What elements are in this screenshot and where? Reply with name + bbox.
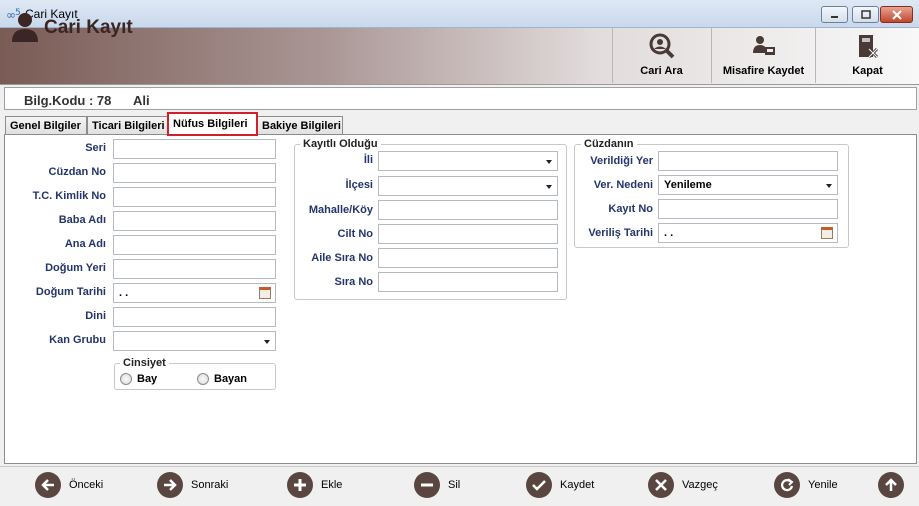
label-tc-kimlik-no: T.C. Kimlik No bbox=[32, 190, 106, 202]
yenile-button[interactable]: Yenile bbox=[774, 470, 838, 500]
sonraki-label: Sonraki bbox=[191, 479, 229, 491]
sonraki-button[interactable]: Sonraki bbox=[157, 470, 228, 500]
dogum-tarihi-input[interactable]: . . bbox=[113, 283, 276, 303]
bay-label: Bay bbox=[137, 373, 158, 385]
minimize-icon bbox=[831, 16, 838, 18]
minimize-button[interactable] bbox=[821, 6, 848, 23]
title-bar bbox=[0, 0, 919, 28]
kayit-no-input[interactable] bbox=[658, 199, 838, 219]
cinsiyet-title: Cinsiyet bbox=[120, 357, 169, 369]
dogum-yeri-input[interactable] bbox=[113, 259, 276, 279]
plus-icon bbox=[287, 472, 313, 498]
cari-ara-button[interactable]: Cari Ara bbox=[612, 28, 710, 83]
label-ver-nedeni: Ver. Nedeni bbox=[593, 179, 653, 191]
ver-nedeni-value: Yenileme bbox=[664, 179, 712, 191]
kapat-label: Kapat bbox=[852, 65, 883, 77]
label-verildigi-yer: Verildiği Yer bbox=[590, 155, 653, 167]
ana-adi-input[interactable] bbox=[113, 235, 276, 255]
yenile-label: Yenile bbox=[808, 479, 838, 491]
label-kayit-no: Kayıt No bbox=[608, 203, 653, 215]
label-dogum-tarihi: Doğum Tarihi bbox=[35, 286, 106, 298]
tab-bakiye-bilgileri[interactable]: Bakiye Bilgileri bbox=[257, 116, 343, 134]
maximize-button[interactable] bbox=[852, 6, 879, 23]
cuzdan-no-input[interactable] bbox=[113, 163, 276, 183]
close-icon bbox=[891, 9, 902, 20]
mahalle-koy-input[interactable] bbox=[378, 200, 558, 220]
arrow-right-icon bbox=[157, 472, 183, 498]
kayitli-oldugu-title: Kayıtlı Olduğu bbox=[300, 138, 381, 150]
ekle-button[interactable]: Ekle bbox=[287, 470, 342, 500]
aile-sira-no-input[interactable] bbox=[378, 248, 558, 268]
dogum-tarihi-value: . . bbox=[119, 287, 129, 299]
kapat-button[interactable]: Kapat bbox=[815, 28, 919, 83]
label-dini: Dini bbox=[85, 310, 106, 322]
kaydet-button[interactable]: Kaydet bbox=[526, 470, 594, 500]
vazgec-label: Vazgeç bbox=[682, 479, 718, 491]
record-code: Bilg.Kodu : 78 bbox=[24, 93, 112, 108]
label-mahalle-koy: Mahalle/Köy bbox=[308, 204, 373, 216]
verilis-tarihi-input[interactable]: . . bbox=[658, 223, 838, 243]
bayan-label: Bayan bbox=[214, 373, 248, 385]
misafire-kaydet-label: Misafire Kaydet bbox=[722, 65, 805, 77]
ver-nedeni-select[interactable]: Yenileme bbox=[658, 175, 838, 195]
dini-input[interactable] bbox=[113, 307, 276, 327]
exit-door-icon bbox=[858, 35, 878, 59]
label-cilt-no: Cilt No bbox=[337, 228, 373, 240]
kaydet-label: Kaydet bbox=[560, 479, 595, 491]
tc-kimlik-no-input[interactable] bbox=[113, 187, 276, 207]
scroll-top-button[interactable] bbox=[878, 470, 912, 500]
calendar-icon[interactable] bbox=[259, 287, 271, 299]
tab-ticari-bilgileri[interactable]: Ticari Bilgileri bbox=[87, 116, 168, 134]
label-seri: Seri bbox=[85, 142, 106, 154]
guest-save-icon bbox=[752, 36, 775, 55]
label-ana-adi: Ana Adı bbox=[64, 238, 106, 250]
refresh-icon bbox=[774, 472, 800, 498]
tab-nufus-bilgileri[interactable]: Nüfus Bilgileri bbox=[167, 112, 258, 136]
cancel-x-icon bbox=[648, 472, 674, 498]
search-user-icon bbox=[649, 33, 674, 59]
cari-ara-label: Cari Ara bbox=[640, 65, 683, 77]
info-bar: Bilg.Kodu : 78 Ali bbox=[4, 87, 917, 110]
verildigi-yer-input[interactable] bbox=[658, 151, 838, 171]
label-aile-sira-no: Aile Sıra No bbox=[311, 252, 373, 264]
vazgec-button[interactable]: Vazgeç bbox=[648, 470, 718, 500]
check-icon bbox=[526, 472, 552, 498]
label-dogum-yeri: Doğum Yeri bbox=[45, 262, 106, 274]
minus-icon bbox=[414, 472, 440, 498]
baba-adi-input[interactable] bbox=[113, 211, 276, 231]
label-ili: İli bbox=[363, 154, 373, 166]
ilcesi-select[interactable] bbox=[378, 176, 558, 196]
sira-no-input[interactable] bbox=[378, 272, 558, 292]
onceki-button[interactable]: Önceki bbox=[35, 470, 103, 500]
bayan-radio[interactable] bbox=[197, 373, 209, 385]
close-button[interactable] bbox=[880, 6, 913, 23]
verilis-tarihi-value: . . bbox=[664, 227, 674, 239]
label-sira-no: Sıra No bbox=[334, 276, 373, 288]
maximize-icon bbox=[860, 10, 871, 19]
record-name: Ali bbox=[133, 93, 150, 108]
onceki-label: Önceki bbox=[69, 479, 104, 491]
page-title: Cari Kayıt bbox=[44, 17, 133, 38]
sil-label: Sil bbox=[448, 479, 461, 491]
cuzdanin-title: Cüzdanın bbox=[581, 138, 637, 150]
label-kan-grubu: Kan Grubu bbox=[49, 334, 106, 346]
kan-grubu-select[interactable] bbox=[113, 331, 276, 351]
arrow-left-icon bbox=[35, 472, 61, 498]
ekle-label: Ekle bbox=[321, 479, 343, 491]
arrow-up-icon bbox=[878, 472, 904, 498]
label-verilis-tarihi: Veriliş Tarihi bbox=[588, 227, 653, 239]
ili-select[interactable] bbox=[378, 151, 558, 171]
label-cuzdan-no: Cüzdan No bbox=[48, 166, 106, 178]
cilt-no-input[interactable] bbox=[378, 224, 558, 244]
sil-button[interactable]: Sil bbox=[414, 470, 460, 500]
person-icon bbox=[12, 13, 38, 42]
seri-input[interactable] bbox=[113, 139, 276, 159]
misafire-kaydet-button[interactable]: Misafire Kaydet bbox=[711, 28, 815, 83]
tab-genel-bilgiler[interactable]: Genel Bilgiler bbox=[5, 116, 87, 134]
label-baba-adi: Baba Adı bbox=[58, 214, 106, 226]
bay-radio[interactable] bbox=[120, 373, 132, 385]
label-ilcesi: İlçesi bbox=[345, 179, 373, 191]
calendar-icon[interactable] bbox=[821, 227, 833, 239]
